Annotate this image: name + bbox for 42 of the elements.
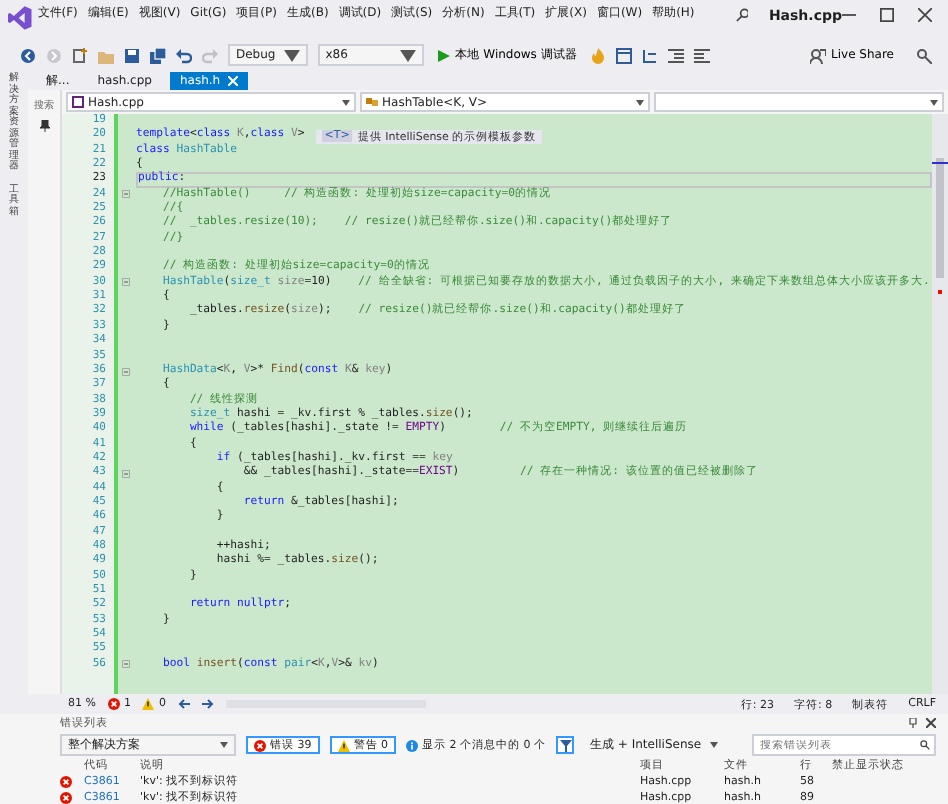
app-logo-icon xyxy=(8,6,32,30)
caret-icon xyxy=(636,99,644,105)
pin-icon[interactable] xyxy=(39,120,49,132)
filter-button[interactable] xyxy=(556,736,574,754)
search-icon[interactable] xyxy=(735,8,749,22)
caret-icon xyxy=(342,99,350,105)
next-icon[interactable] xyxy=(201,698,214,710)
back-icon[interactable] xyxy=(20,47,36,63)
navigate-icon[interactable] xyxy=(642,47,659,63)
error-icon xyxy=(107,698,120,710)
indent-icon[interactable] xyxy=(668,47,685,63)
pin-icon[interactable] xyxy=(908,718,918,728)
cursor-marker xyxy=(932,162,948,164)
undo-icon[interactable] xyxy=(176,47,192,63)
close-icon[interactable] xyxy=(918,8,932,22)
error-marker xyxy=(938,290,942,294)
caret-icon xyxy=(930,99,938,105)
maximize-icon[interactable] xyxy=(880,8,894,22)
save-icon[interactable] xyxy=(124,47,140,63)
previous-icon[interactable] xyxy=(177,698,190,710)
search-icon[interactable] xyxy=(920,740,930,750)
save-all-icon[interactable] xyxy=(150,47,166,63)
info-icon xyxy=(406,739,418,751)
feedback-icon[interactable] xyxy=(916,47,932,63)
outdent-icon[interactable] xyxy=(694,47,711,63)
error-icon xyxy=(60,776,72,788)
new-item-icon[interactable] xyxy=(72,47,88,63)
play-icon xyxy=(437,49,450,61)
error-icon xyxy=(254,739,266,751)
scrollbar-thumb[interactable] xyxy=(936,158,944,278)
file-icon xyxy=(72,96,84,108)
caret-icon xyxy=(709,742,718,748)
window-icon[interactable] xyxy=(616,47,633,63)
warning-icon xyxy=(337,739,350,751)
class-icon xyxy=(366,96,378,108)
minimize-icon[interactable] xyxy=(842,8,856,22)
caret-icon xyxy=(283,47,300,63)
caret-icon xyxy=(399,47,416,63)
close-icon[interactable] xyxy=(926,718,936,728)
warning-icon xyxy=(142,698,155,710)
person-icon xyxy=(809,47,826,63)
caret-icon xyxy=(220,742,228,748)
